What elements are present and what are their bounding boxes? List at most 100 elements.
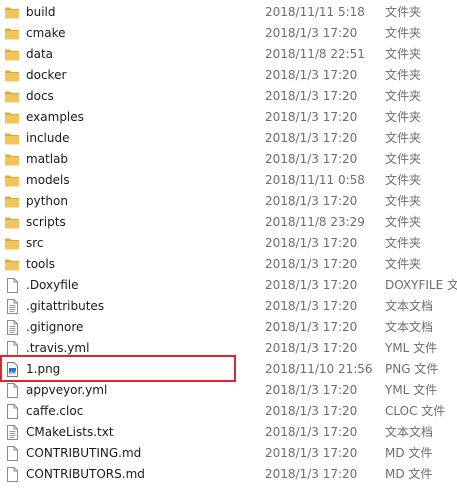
file-type: 文件夹 [385, 68, 422, 82]
file-type: YML 文件 [385, 341, 438, 355]
file-row[interactable]: src 2018/1/3 17:20 文件夹 [0, 233, 457, 254]
file-date-modified: 2018/1/3 17:20 [265, 341, 358, 355]
file-name: CMakeLists.txt [26, 425, 114, 439]
file-row[interactable]: 1.png 2018/11/10 21:56 PNG 文件 [0, 359, 457, 380]
folder-icon [4, 236, 20, 251]
file-type: 文本文档 [385, 425, 434, 439]
file-name: CONTRIBUTING.md [26, 446, 142, 460]
file-type: YML 文件 [385, 383, 438, 397]
file-date-modified: 2018/11/8 22:51 [265, 47, 365, 61]
file-type: DOXYFILE 文件 [385, 278, 457, 292]
file-type: PNG 文件 [385, 362, 439, 376]
file-date-modified: 2018/1/3 17:20 [265, 425, 358, 439]
file-row[interactable]: .gitattributes 2018/1/3 17:20 文本文档 [0, 296, 457, 317]
file-name: data [26, 47, 54, 61]
file-type: 文本文档 [385, 320, 434, 334]
file-row[interactable]: cmake 2018/1/3 17:20 文件夹 [0, 23, 457, 44]
folder-icon [4, 194, 20, 209]
file-type: 文件夹 [385, 5, 422, 19]
file-icon [4, 467, 20, 482]
file-date-modified: 2018/1/3 17:20 [265, 404, 358, 418]
folder-icon [4, 5, 20, 20]
folder-icon [4, 152, 20, 167]
file-date-modified: 2018/11/10 21:56 [265, 362, 373, 376]
file-row[interactable]: CMakeLists.txt 2018/1/3 17:20 文本文档 [0, 422, 457, 443]
file-row[interactable]: scripts 2018/11/8 23:29 文件夹 [0, 212, 457, 233]
file-date-modified: 2018/1/3 17:20 [265, 299, 358, 313]
file-date-modified: 2018/1/3 17:20 [265, 320, 358, 334]
file-date-modified: 2018/1/3 17:20 [265, 68, 358, 82]
file-row[interactable]: .Doxyfile 2018/1/3 17:20 DOXYFILE 文件 [0, 275, 457, 296]
file-type: 文件夹 [385, 173, 422, 187]
file-type: CLOC 文件 [385, 404, 446, 418]
folder-icon [4, 173, 20, 188]
file-row[interactable]: CONTRIBUTING.md 2018/1/3 17:20 MD 文件 [0, 443, 457, 464]
file-date-modified: 2018/11/11 0:58 [265, 173, 365, 187]
file-row[interactable]: models 2018/11/11 0:58 文件夹 [0, 170, 457, 191]
folder-icon [4, 110, 20, 125]
file-list: build 2018/11/11 5:18 文件夹 cmake 2018/1/3 17:… [0, 2, 457, 485]
file-type: MD 文件 [385, 446, 433, 460]
folder-icon [4, 89, 20, 104]
file-date-modified: 2018/1/3 17:20 [265, 257, 358, 271]
file-name: 1.png [26, 362, 61, 376]
file-name: docker [26, 68, 67, 82]
text-file-icon [4, 320, 20, 335]
folder-icon [4, 68, 20, 83]
file-row[interactable]: CONTRIBUTORS.md 2018/1/3 17:20 MD 文件 [0, 464, 457, 485]
file-row[interactable]: build 2018/11/11 5:18 文件夹 [0, 2, 457, 23]
folder-icon [4, 131, 20, 146]
file-type: 文件夹 [385, 26, 422, 40]
text-file-icon [4, 425, 20, 440]
file-icon [4, 404, 20, 419]
file-name: tools [26, 257, 55, 271]
file-row[interactable]: appveyor.yml 2018/1/3 17:20 YML 文件 [0, 380, 457, 401]
file-name: .Doxyfile [26, 278, 79, 292]
file-icon [4, 341, 20, 356]
file-name: CONTRIBUTORS.md [26, 467, 145, 481]
file-date-modified: 2018/1/3 17:20 [265, 236, 358, 250]
file-name: scripts [26, 215, 66, 229]
file-type: 文件夹 [385, 47, 422, 61]
file-type: 文件夹 [385, 152, 422, 166]
file-type: 文件夹 [385, 236, 422, 250]
file-date-modified: 2018/1/3 17:20 [265, 467, 358, 481]
folder-icon [4, 257, 20, 272]
file-date-modified: 2018/1/3 17:20 [265, 383, 358, 397]
file-row[interactable]: tools 2018/1/3 17:20 文件夹 [0, 254, 457, 275]
file-name: .gitignore [26, 320, 84, 334]
file-row[interactable]: docker 2018/1/3 17:20 文件夹 [0, 65, 457, 86]
file-type: 文件夹 [385, 215, 422, 229]
file-icon [4, 383, 20, 398]
file-row[interactable]: include 2018/1/3 17:20 文件夹 [0, 128, 457, 149]
file-date-modified: 2018/1/3 17:20 [265, 131, 358, 145]
file-row[interactable]: data 2018/11/8 22:51 文件夹 [0, 44, 457, 65]
file-name: python [26, 194, 68, 208]
file-date-modified: 2018/11/11 5:18 [265, 5, 365, 19]
file-row[interactable]: caffe.cloc 2018/1/3 17:20 CLOC 文件 [0, 401, 457, 422]
file-name: caffe.cloc [26, 404, 84, 418]
file-type: 文件夹 [385, 110, 422, 124]
file-name: include [26, 131, 70, 145]
file-date-modified: 2018/1/3 17:20 [265, 89, 358, 103]
file-icon [4, 278, 20, 293]
folder-icon [4, 215, 20, 230]
file-row[interactable]: .gitignore 2018/1/3 17:20 文本文档 [0, 317, 457, 338]
folder-icon [4, 26, 20, 41]
file-date-modified: 2018/1/3 17:20 [265, 152, 358, 166]
file-name: appveyor.yml [26, 383, 108, 397]
image-file-icon [4, 362, 20, 377]
file-type: MD 文件 [385, 467, 433, 481]
file-row[interactable]: .travis.yml 2018/1/3 17:20 YML 文件 [0, 338, 457, 359]
file-type: 文件夹 [385, 257, 422, 271]
file-row[interactable]: matlab 2018/1/3 17:20 文件夹 [0, 149, 457, 170]
file-name: docs [26, 89, 54, 103]
file-row[interactable]: python 2018/1/3 17:20 文件夹 [0, 191, 457, 212]
file-type: 文本文档 [385, 299, 434, 313]
file-date-modified: 2018/1/3 17:20 [265, 278, 358, 292]
file-name: cmake [26, 26, 66, 40]
text-file-icon [4, 299, 20, 314]
file-name: src [26, 236, 44, 250]
file-row[interactable]: examples 2018/1/3 17:20 文件夹 [0, 107, 457, 128]
file-row[interactable]: docs 2018/1/3 17:20 文件夹 [0, 86, 457, 107]
